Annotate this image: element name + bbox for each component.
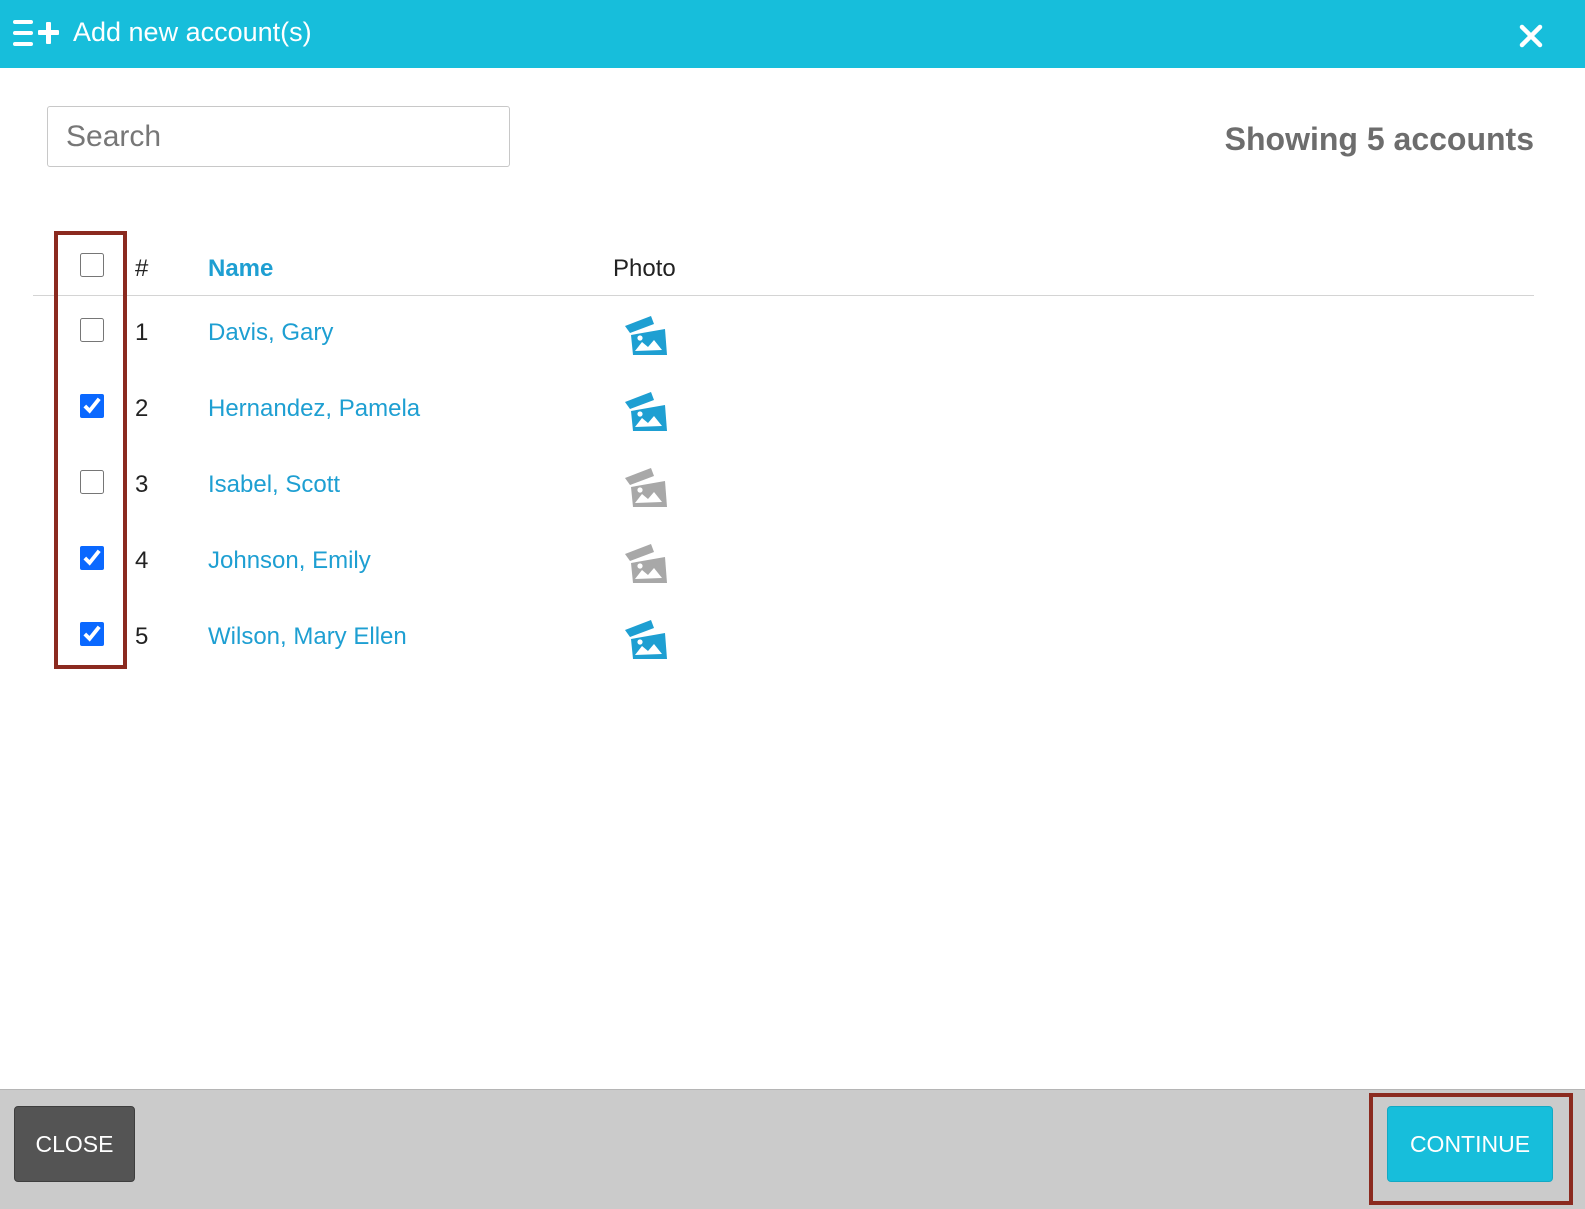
account-name-link[interactable]: Isabel, Scott [208, 470, 340, 500]
showing-count: Showing 5 accounts [1224, 121, 1534, 157]
close-icon[interactable] [1515, 20, 1547, 52]
photo-icon[interactable] [623, 314, 669, 356]
continue-button[interactable]: CONTINUE [1387, 1106, 1553, 1182]
dialog-title: Add new account(s) [73, 17, 312, 47]
column-header-number: # [135, 255, 149, 282]
row-select-checkbox[interactable] [80, 394, 104, 418]
accounts-table: # Name Photo 1 Davis, Gary 2 Hernandez, Pam… [33, 232, 1534, 676]
row-select-checkbox[interactable] [80, 318, 104, 342]
dialog-footer: CLOSE CONTINUE [0, 1089, 1585, 1209]
account-name-link[interactable]: Hernandez, Pamela [208, 394, 420, 424]
row-select-checkbox[interactable] [80, 546, 104, 570]
row-number: 2 [135, 395, 149, 422]
table-row: 2 Hernandez, Pamela [33, 372, 1534, 448]
row-select-checkbox[interactable] [80, 470, 104, 494]
photo-icon[interactable] [623, 466, 669, 508]
list-add-icon [13, 20, 59, 46]
photo-icon[interactable] [623, 618, 669, 660]
table-header: # Name Photo [33, 232, 1534, 296]
row-number: 4 [135, 547, 149, 574]
account-name-link[interactable]: Davis, Gary [208, 318, 333, 348]
row-number: 1 [135, 319, 149, 346]
column-header-name[interactable]: Name [208, 254, 273, 284]
row-number: 3 [135, 471, 149, 498]
table-row: 4 Johnson, Emily [33, 524, 1534, 600]
column-header-photo: Photo [613, 255, 676, 282]
table-row: 3 Isabel, Scott [33, 448, 1534, 524]
table-row: 1 Davis, Gary [33, 296, 1534, 372]
table-row: 5 Wilson, Mary Ellen [33, 600, 1534, 676]
photo-icon[interactable] [623, 542, 669, 584]
row-number: 5 [135, 623, 149, 650]
account-name-link[interactable]: Johnson, Emily [208, 546, 371, 576]
close-button[interactable]: CLOSE [14, 1106, 135, 1182]
select-all-checkbox[interactable] [80, 253, 104, 277]
row-select-checkbox[interactable] [80, 622, 104, 646]
search-input[interactable] [47, 106, 510, 167]
dialog-header: Add new account(s) [0, 0, 1585, 68]
photo-icon[interactable] [623, 390, 669, 432]
account-name-link[interactable]: Wilson, Mary Ellen [208, 622, 407, 652]
table-body: 1 Davis, Gary 2 Hernandez, Pamela 3 Isabel, S… [33, 296, 1534, 676]
